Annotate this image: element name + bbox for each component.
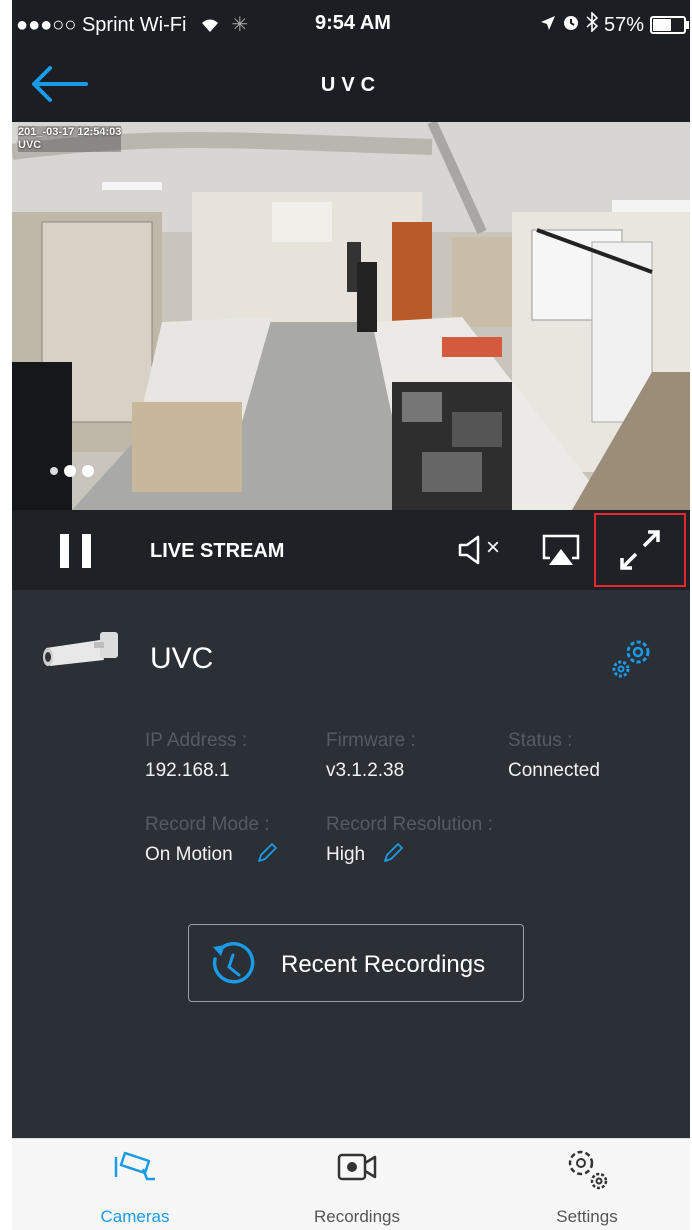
record-mode-label: Record Mode : (145, 814, 270, 835)
airplay-button[interactable] (540, 532, 582, 568)
battery-icon (650, 16, 689, 34)
live-stream-label: LIVE STREAM (150, 540, 285, 562)
wifi-icon (200, 14, 226, 36)
carrier-label: ●●●○○ Sprint Wi-Fi (16, 14, 187, 36)
video-camera-icon (337, 1153, 377, 1181)
fullscreen-button[interactable] (594, 513, 686, 587)
camera-name: UVC (150, 642, 214, 675)
speaker-muted-icon (458, 535, 480, 565)
status-bar: ●●●○○ Sprint Wi-Fi ✳ 9:54 AM 57% (12, 0, 690, 48)
page-title: UVC (320, 74, 382, 96)
pause-bar-left (60, 534, 69, 568)
tab-cameras-label: Cameras (100, 1207, 170, 1226)
page-indicator[interactable] (50, 465, 94, 477)
edit-record-mode-pencil-icon[interactable] (256, 842, 278, 864)
camera-settings-button[interactable] (608, 634, 656, 682)
record-resolution-value[interactable]: High (326, 844, 365, 866)
tab-settings[interactable]: Settings (502, 1139, 672, 1230)
camera-view-image (12, 122, 690, 510)
status-label: Status : (508, 730, 573, 751)
tab-recordings[interactable]: Recordings (272, 1139, 442, 1230)
camera-thumbnail (43, 632, 118, 666)
video-overlay: 201_-03-17 12:54:03 UVC (18, 126, 122, 152)
location-arrow-icon (540, 14, 556, 37)
recent-recordings-label: Recent Recordings (281, 951, 486, 978)
firmware-value: v3.1.2.38 (326, 760, 405, 781)
ip-address-value: 192.168.1 (145, 760, 230, 781)
battery-percent: 57% (603, 13, 644, 36)
record-mode-value[interactable]: On Motion (145, 844, 233, 866)
page-dot (64, 465, 76, 477)
gears-icon (612, 640, 650, 678)
pause-button[interactable] (58, 534, 92, 568)
tab-bar: Cameras Recordings Settings (12, 1138, 690, 1230)
bluetooth-icon (586, 11, 599, 38)
edit-resolution-pencil-icon[interactable] (382, 842, 404, 864)
settings-gears-icon (568, 1150, 608, 1190)
expand-arrows-icon (620, 530, 660, 570)
page-dot (82, 465, 94, 477)
security-camera-icon (114, 1151, 155, 1181)
carrier-signal: ●●●○○ Sprint Wi-Fi ✳ (16, 12, 248, 37)
playback-controls: LIVE STREAM × (12, 510, 690, 590)
tab-settings-label: Settings (556, 1207, 618, 1226)
app-screen: ●●●○○ Sprint Wi-Fi ✳ 9:54 AM 57% UVC 201… (12, 0, 690, 1230)
page-dot (50, 467, 58, 475)
status-icons: 57% (540, 11, 689, 38)
tab-recordings-label: Recordings (314, 1207, 400, 1226)
tab-cameras[interactable]: Cameras (50, 1139, 220, 1230)
loading-spinner-icon: ✳ (231, 14, 249, 36)
history-clock-icon (212, 942, 255, 984)
firmware-label: Firmware : (326, 730, 416, 751)
pause-bar-right (82, 534, 91, 568)
nav-bar: UVC (12, 48, 690, 122)
recent-recordings-button[interactable]: Recent Recordings (188, 924, 524, 1002)
ip-address-label: IP Address : (145, 730, 248, 751)
mute-button[interactable]: × (458, 532, 504, 568)
status-value: Connected (508, 760, 600, 781)
mute-x-symbol: × (486, 534, 501, 561)
video-camera-label: UVC (18, 139, 42, 151)
live-video-feed[interactable]: 201_-03-17 12:54:03 UVC (12, 122, 690, 510)
alarm-icon (562, 13, 580, 37)
airplay-icon (542, 534, 580, 565)
record-resolution-label: Record Resolution : (326, 814, 493, 835)
video-timestamp: 201_-03-17 12:54:03 (18, 126, 122, 138)
clock-time: 9:54 AM (315, 12, 391, 34)
